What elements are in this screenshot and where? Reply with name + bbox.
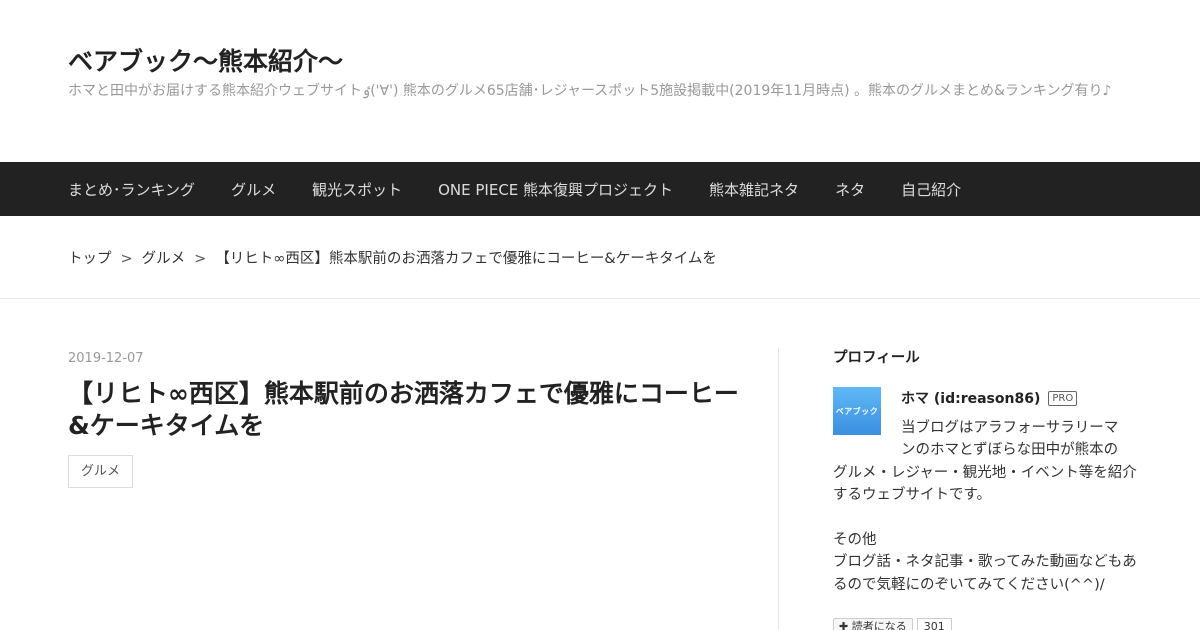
pro-badge: PRO bbox=[1048, 390, 1078, 406]
breadcrumb-top[interactable]: トップ bbox=[68, 251, 112, 267]
sidebar-heading: プロフィール bbox=[833, 350, 920, 366]
nav-item-one-piece[interactable]: ONE PIECE 熊本復興プロジェクト bbox=[438, 179, 673, 200]
profile-text-line: その他 bbox=[833, 532, 877, 549]
blog-description: ホマと田中がお届けする熊本紹介ウェブサイトٶ('∀') 熊本のグルメ65店舗･レ… bbox=[68, 83, 1112, 99]
nav-item-kumamoto-misc[interactable]: 熊本雑記ネタ bbox=[709, 179, 799, 200]
entry: 2019-12-07 【リヒト∞西区】熊本駅前のお洒落カフェで優雅にコーヒー&ケ… bbox=[68, 350, 748, 488]
blog-header: ベアブック～熊本紹介～ ホマと田中がお届けする熊本紹介ウェブサイトٶ('∀') … bbox=[68, 44, 1138, 102]
nav-item-about[interactable]: 自己紹介 bbox=[901, 179, 961, 200]
divider bbox=[0, 298, 1200, 299]
nav-item-gourmet[interactable]: グルメ bbox=[231, 179, 276, 200]
breadcrumb: トップ > グルメ > 【リヒト∞西区】熊本駅前のお洒落カフェで優雅にコーヒー&ケーキタ… bbox=[68, 247, 717, 268]
profile-description: 当ブログはアラフォーサラリーマ ンのホマとずぼらな田中が熊本の グルメ・レジャー… bbox=[833, 417, 1138, 596]
nav-item-summary-ranking[interactable]: まとめ･ランキング bbox=[68, 179, 195, 200]
nav-item-neta[interactable]: ネタ bbox=[835, 179, 865, 200]
profile-avatar[interactable]: ベアブック bbox=[833, 387, 881, 435]
profile-module: ベアブック ホマ (id:reason86) PRO 当ブログはアラフォーサラリ… bbox=[833, 387, 1138, 630]
sidebar: プロフィール ベアブック ホマ (id:reason86) PRO 当ブログはア… bbox=[833, 348, 1138, 630]
profile-avatar-text: ベアブック bbox=[835, 406, 879, 416]
subscriber-count[interactable]: 301 bbox=[916, 618, 952, 630]
profile-text-line: グルメ・レジャー・観光地・イベント等を紹介するウェブサイトです。 bbox=[833, 464, 1137, 504]
breadcrumb-category[interactable]: グルメ bbox=[142, 251, 186, 267]
profile-text-line: ブログ話・ネタ記事・歌ってみた動画などもあるので気軽にのぞいてみてください(^^… bbox=[833, 554, 1137, 593]
subscribe-row: ✚ 読者になる 301 bbox=[833, 618, 1138, 630]
global-nav: まとめ･ランキング グルメ 観光スポット ONE PIECE 熊本復興プロジェク… bbox=[0, 162, 1200, 216]
entry-category-tag[interactable]: グルメ bbox=[68, 455, 134, 488]
breadcrumb-separator: > bbox=[120, 251, 133, 267]
profile-text-line: ンのホマとずぼらな田中が熊本の bbox=[901, 442, 1119, 459]
blog-title[interactable]: ベアブック～熊本紹介～ bbox=[68, 44, 1138, 80]
breadcrumb-current: 【リヒト∞西区】熊本駅前のお洒落カフェで優雅にコーヒー&ケーキタイムを bbox=[215, 251, 717, 267]
subscribe-button[interactable]: ✚ 読者になる bbox=[833, 618, 913, 630]
nav-item-sightseeing[interactable]: 観光スポット bbox=[312, 179, 402, 200]
profile-name[interactable]: ホマ (id:reason86) bbox=[901, 388, 1040, 408]
entry-date[interactable]: 2019-12-07 bbox=[68, 350, 748, 368]
entry-title[interactable]: 【リヒト∞西区】熊本駅前のお洒落カフェで優雅にコーヒー&ケーキタイムを bbox=[68, 378, 748, 442]
breadcrumb-separator: > bbox=[194, 251, 207, 267]
column-divider bbox=[778, 348, 779, 630]
